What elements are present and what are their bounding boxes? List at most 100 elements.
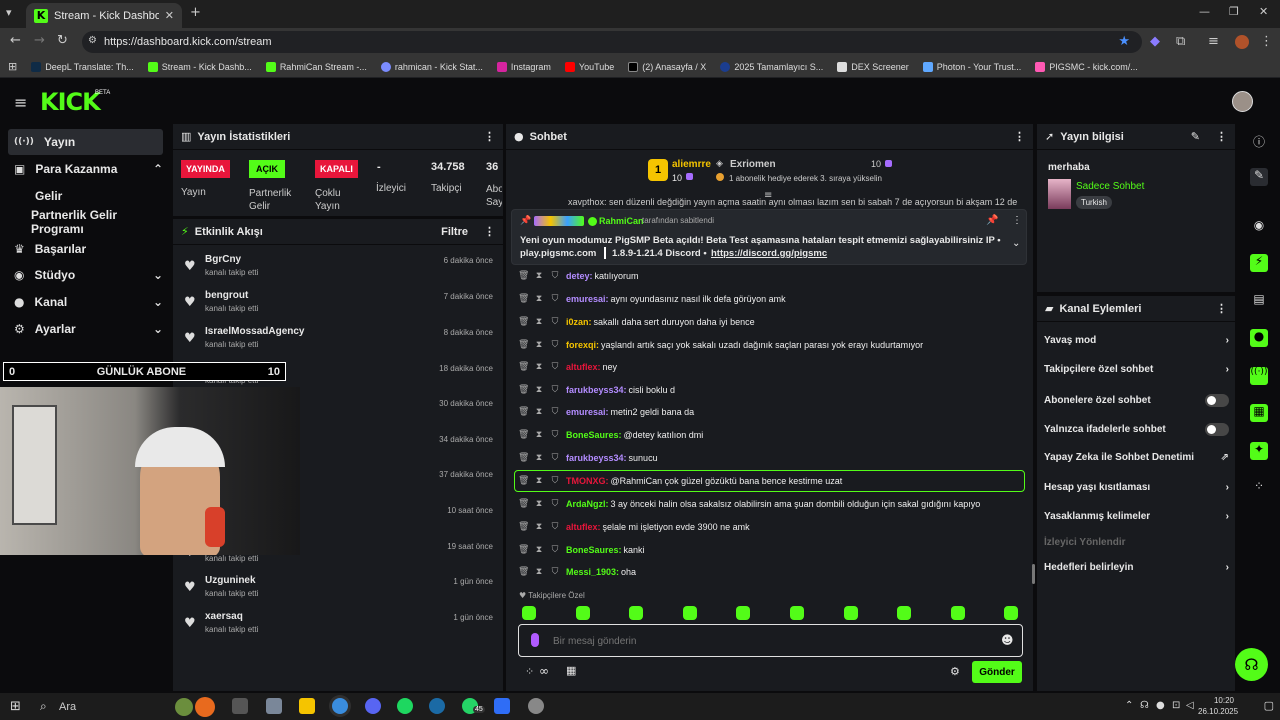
chat-input-box[interactable]: ☻ xyxy=(518,624,1023,657)
timeout-icon[interactable]: ⧗ xyxy=(534,317,544,327)
sidebar-item-basarilar[interactable]: ♛ Başarılar xyxy=(8,236,163,262)
chat-username[interactable]: BoneSaures: xyxy=(566,430,622,440)
chat-message[interactable]: 🗑 ⧗ ⛉ detey: katılıyorum xyxy=(518,266,639,286)
sidebar-item-yayin[interactable]: ((·)) Yayın xyxy=(8,129,163,155)
chat-username[interactable]: BoneSaures: xyxy=(566,545,622,555)
activity-event[interactable]: ♥ xaersaq kanalı takip etti 1 gün önce xyxy=(182,611,497,645)
profile-avatar-icon[interactable] xyxy=(1235,35,1249,49)
clipboard-icon[interactable]: ▤ xyxy=(1250,292,1268,310)
chat-message[interactable]: 🗑 ⧗ ⛉ farukbeyss34: sunucu xyxy=(518,448,658,468)
subs-only-toggle[interactable] xyxy=(1205,394,1229,407)
infinity-icon[interactable]: ∞ xyxy=(539,664,549,678)
bookmark-tamamlayici[interactable]: 2025 Tamamlayıcı S... xyxy=(720,61,823,72)
search-highlight-icon[interactable] xyxy=(175,698,193,716)
emote-icon[interactable] xyxy=(1004,606,1019,620)
delete-icon[interactable]: 🗑 xyxy=(518,453,529,463)
chat-message[interactable]: 🗑 ⧗ ⛉ ArdaNgzl: 3 ay önceki halin olsa sakal… xyxy=(518,494,980,514)
camera-icon[interactable]: ◉ xyxy=(1250,218,1268,236)
hamburger-menu-icon[interactable]: ≡ xyxy=(14,93,27,112)
app-icon[interactable] xyxy=(494,698,510,714)
timeout-icon[interactable]: ⧗ xyxy=(534,499,544,509)
minimize-icon[interactable]: — xyxy=(1199,5,1210,18)
lightning-icon[interactable]: ⚡ xyxy=(1250,254,1268,272)
bookmark-kick-dashboard[interactable]: Stream - Kick Dashb... xyxy=(147,61,252,72)
ban-icon[interactable]: ⛉ xyxy=(550,499,560,509)
back-icon[interactable]: ← xyxy=(10,33,21,48)
kick-coins-icon[interactable]: ⁘ xyxy=(1250,479,1268,497)
chat-username[interactable]: Messi_1903: xyxy=(566,567,619,577)
action-banned-words[interactable]: Yasaklanmış kelimeler › xyxy=(1044,511,1229,522)
chrome-icon[interactable] xyxy=(332,698,348,714)
leader-name[interactable]: aliemrre xyxy=(672,159,711,170)
timeout-icon[interactable]: ⧗ xyxy=(534,340,544,350)
event-username[interactable]: IsraelMossadAgency xyxy=(205,326,305,337)
forward-icon[interactable]: → xyxy=(34,33,45,48)
taskbar-search-text[interactable]: Ara xyxy=(59,701,76,713)
window-close-icon[interactable]: ✕ xyxy=(1259,5,1268,18)
bookmark-rahmican-stream[interactable]: RahmiCan Stream -... xyxy=(265,61,367,72)
task-view-icon[interactable] xyxy=(232,698,248,714)
clock-date[interactable]: 26.10.2025 xyxy=(1198,707,1238,716)
more-options-icon[interactable]: ⋮ xyxy=(484,225,495,238)
action-set-goals[interactable]: Hedefleri belirleyin › xyxy=(1044,562,1229,573)
chat-username[interactable]: altuflex: xyxy=(566,522,601,532)
chat-username[interactable]: i0zan: xyxy=(566,317,592,327)
event-username[interactable]: Uzguninek xyxy=(205,575,256,586)
user-avatar[interactable] xyxy=(1232,91,1253,112)
chat-settings-icon[interactable]: ⚙ xyxy=(950,665,960,678)
windows-start-icon[interactable]: ⊞ xyxy=(10,699,21,714)
new-tab-icon[interactable]: + xyxy=(190,5,201,20)
delete-icon[interactable]: 🗑 xyxy=(518,362,529,372)
edit-icon[interactable]: ✎ xyxy=(1191,130,1200,143)
chat-message[interactable]: 🗑 ⧗ ⛉ altuflex: şelale mi işletiyon evde 390… xyxy=(518,517,750,537)
delete-icon[interactable]: 🗑 xyxy=(518,317,529,327)
ban-icon[interactable]: ⛉ xyxy=(550,567,560,577)
support-chat-icon[interactable]: ☊ xyxy=(1235,648,1268,681)
sidebar-item-studyo[interactable]: ◉ Stüdyo ⌄ xyxy=(8,262,163,288)
bookmark-star-icon[interactable]: ★ xyxy=(1118,34,1130,49)
chat-message[interactable]: 🗑 ⧗ ⛉ altuflex: ney xyxy=(518,357,617,377)
more-options-icon[interactable]: ⋮ xyxy=(1216,302,1227,315)
spotify-icon[interactable] xyxy=(397,698,413,714)
send-button[interactable]: Gönder xyxy=(972,661,1022,683)
chat-username[interactable]: emuresai: xyxy=(566,407,609,417)
activity-event[interactable]: ♥ BgrCny kanalı takip etti 6 dakika önce xyxy=(182,254,497,288)
delete-icon[interactable]: 🗑 xyxy=(518,294,529,304)
action-ai-moderation[interactable]: Yapay Zeka ile Sohbet Denetimi ⇗ xyxy=(1044,452,1229,463)
search-icon[interactable]: ⌕ xyxy=(40,699,47,714)
extension-icon[interactable]: ◆ xyxy=(1150,34,1160,49)
bookmark-instagram[interactable]: Instagram xyxy=(496,61,551,72)
restore-icon[interactable]: ❐ xyxy=(1229,5,1239,18)
timeout-icon[interactable]: ⧗ xyxy=(534,430,544,440)
sidebar-item-partnerlik-gelir[interactable]: Partnerlik Gelir Programı xyxy=(8,208,163,236)
extensions-puzzle-icon[interactable]: ⧉ xyxy=(1176,34,1185,49)
ban-icon[interactable]: ⛉ xyxy=(550,545,560,555)
ban-icon[interactable]: ⛉ xyxy=(550,362,560,372)
ban-icon[interactable]: ⛉ xyxy=(550,271,560,281)
more-options-icon[interactable]: ⋮ xyxy=(484,130,495,143)
activity-event[interactable]: ♥ IsraelMossadAgency kanalı takip etti 8 da… xyxy=(182,326,497,360)
timeout-icon[interactable]: ⧗ xyxy=(534,362,544,372)
timeout-icon[interactable]: ⧗ xyxy=(534,567,544,577)
microphone-icon[interactable] xyxy=(531,633,539,647)
info-icon[interactable]: ⓘ xyxy=(1250,133,1268,151)
timeout-icon[interactable]: ⧗ xyxy=(534,271,544,281)
more-options-icon[interactable]: ⋮ xyxy=(1012,215,1022,226)
volume-icon[interactable]: ◁ xyxy=(1186,700,1194,711)
sidebar-item-para-kazanma[interactable]: ▣ Para Kazanma ⌃ xyxy=(8,156,163,182)
ban-icon[interactable]: ⛉ xyxy=(550,430,560,440)
search-highlight-icon[interactable] xyxy=(195,697,215,717)
kick-coins-icon[interactable]: ⁘ xyxy=(525,665,534,678)
chat-username[interactable]: farukbeyss34: xyxy=(566,385,627,395)
chat-username[interactable]: detey: xyxy=(566,271,593,281)
chat-scrollbar[interactable] xyxy=(1032,564,1035,584)
emoji-picker-icon[interactable]: ☻ xyxy=(1001,633,1014,647)
bookmark-youtube[interactable]: YouTube xyxy=(564,61,614,72)
bookmark-deepl[interactable]: DeepL Translate: Th... xyxy=(31,61,134,72)
chat-message[interactable]: 🗑 ⧗ ⛉ Messi_1903: oha xyxy=(518,562,636,582)
chat-message[interactable]: 🗑 ⧗ ⛉ emuresai: aynı oyundasınız nasıl ilk d… xyxy=(518,289,786,309)
category-link[interactable]: Sadece Sohbet xyxy=(1076,181,1144,192)
ban-icon[interactable]: ⛉ xyxy=(550,317,560,327)
ban-icon[interactable]: ⛉ xyxy=(550,407,560,417)
activity-event[interactable]: ♥ Uzguninek kanalı takip etti 1 gün önce xyxy=(182,575,497,609)
